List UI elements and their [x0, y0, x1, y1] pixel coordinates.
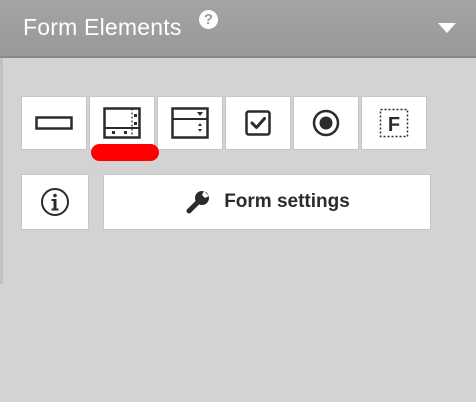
- form-settings-button[interactable]: Form settings: [103, 174, 431, 230]
- panel-title: Form Elements: [23, 14, 182, 40]
- select-dropdown-icon: [171, 107, 209, 139]
- wrench-icon: [186, 191, 210, 214]
- radio-tool[interactable]: [293, 96, 359, 150]
- highlight-marker: [91, 144, 159, 161]
- text-field-tool[interactable]: [21, 96, 87, 150]
- help-icon[interactable]: ?: [199, 10, 218, 29]
- textarea-tool[interactable]: [89, 96, 155, 150]
- radio-button-icon: [312, 109, 340, 137]
- form-settings-label: Form settings: [224, 191, 350, 212]
- collapse-caret-icon[interactable]: [438, 23, 456, 33]
- checkbox-icon: [245, 110, 271, 136]
- file-tool[interactable]: F: [361, 96, 427, 150]
- file-upload-icon: F: [379, 108, 409, 138]
- text-field-icon: [35, 116, 73, 130]
- checkbox-tool[interactable]: [225, 96, 291, 150]
- info-icon: [41, 188, 69, 216]
- file-icon-letter: F: [388, 114, 400, 136]
- textarea-icon: [103, 107, 141, 139]
- panel-header[interactable]: Form Elements ?: [0, 0, 476, 58]
- panel-left-edge: [0, 58, 3, 284]
- info-button[interactable]: [21, 174, 89, 230]
- select-tool[interactable]: [157, 96, 223, 150]
